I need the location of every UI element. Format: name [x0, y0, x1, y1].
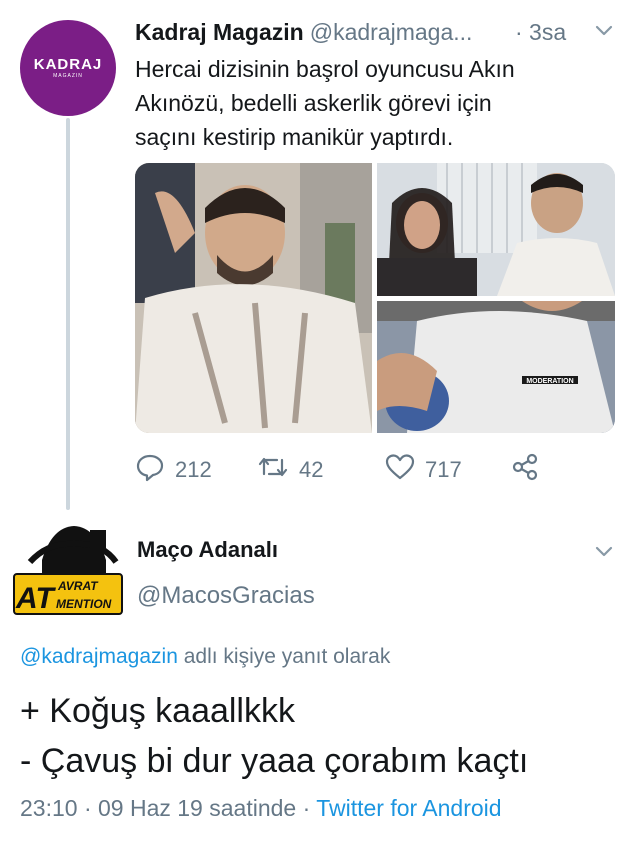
like-count: 717: [425, 457, 462, 482]
reply-to-suffix: adlı kişiye yanıt olarak: [177, 645, 391, 668]
tweet1-text: Hercai dizisinin başrol oyuncusu Akın Ak…: [135, 52, 605, 154]
reply-button[interactable]: 212: [135, 450, 212, 490]
tweet2-text: + Koğuş kaaallkkk - Çavuş bi dur yaaa ço…: [20, 686, 528, 786]
reply-count: 212: [175, 457, 212, 482]
tweet1-time[interactable]: · 3sa: [515, 19, 566, 46]
tweet1-header: Kadraj Magazin @kadrajmaga... · 3sa: [135, 15, 615, 49]
tweet1-author-handle[interactable]: @kadrajmaga...: [310, 19, 473, 46]
avatar-text-at: AT: [15, 582, 56, 615]
replying-to: @kadrajmagazin adlı kişiye yanıt olarak: [20, 645, 390, 669]
thread-line: [66, 118, 70, 510]
avatar-text-mention: MENTION: [56, 597, 112, 611]
tweet1-text-line: Hercai dizisinin başrol oyuncusu Akın: [135, 56, 515, 82]
tweet2-text-line: + Koğuş kaaallkkk: [20, 692, 295, 730]
avatar-text-avrat: AVRAT: [57, 579, 99, 593]
reply-to-handle-link[interactable]: @kadrajmagazin: [20, 645, 178, 668]
tweet2-source-link[interactable]: Twitter for Android: [316, 795, 501, 821]
like-button[interactable]: 717: [385, 450, 462, 490]
chevron-down-icon[interactable]: [593, 19, 615, 47]
shirt-print-text: MODERATION: [526, 378, 573, 385]
reply-icon: [135, 452, 165, 488]
photo-haircut[interactable]: [135, 163, 372, 433]
avatar-logo-text: KADRAJ: [33, 56, 103, 73]
retweet-icon: [257, 452, 289, 488]
tweet2-text-line: - Çavuş bi dur yaaa çorabım kaçtı: [20, 742, 529, 780]
avatar-macos-gracias[interactable]: AT AVRAT MENTION: [12, 522, 124, 616]
tweet2-timestamp: 23:10 · 09 Haz 19 saatinde ·: [20, 795, 317, 821]
tweet2-author-name[interactable]: Maço Adanalı: [137, 537, 278, 563]
avatar-logo-subtext: MAGAZIN: [53, 73, 83, 79]
avatar-kadraj-magazin[interactable]: KADRAJ MAGAZIN: [20, 20, 116, 116]
tweet1-text-line: Akınözü, bedelli askerlik görevi için: [135, 90, 492, 116]
tweet1-actions: 212 42 717: [135, 450, 615, 490]
retweet-count: 42: [299, 457, 324, 482]
photo-manicure[interactable]: [377, 163, 615, 296]
tweet1-author-name[interactable]: Kadraj Magazin: [135, 19, 304, 46]
tweet1-text-line: saçını kestirip manikür yaptırdı.: [135, 124, 454, 150]
share-button[interactable]: [510, 450, 540, 490]
retweet-button[interactable]: 42: [257, 450, 323, 490]
share-icon: [510, 452, 540, 488]
like-icon: [385, 452, 415, 488]
chevron-down-icon[interactable]: [593, 540, 615, 567]
tweet2-author-handle[interactable]: @MacosGracias: [137, 582, 315, 610]
photo-tshirt[interactable]: MODERATION: [377, 301, 615, 433]
tweet2-meta: 23:10 · 09 Haz 19 saatinde · Twitter for…: [20, 795, 502, 822]
tweet1-media-grid: MODERATION: [135, 163, 615, 433]
